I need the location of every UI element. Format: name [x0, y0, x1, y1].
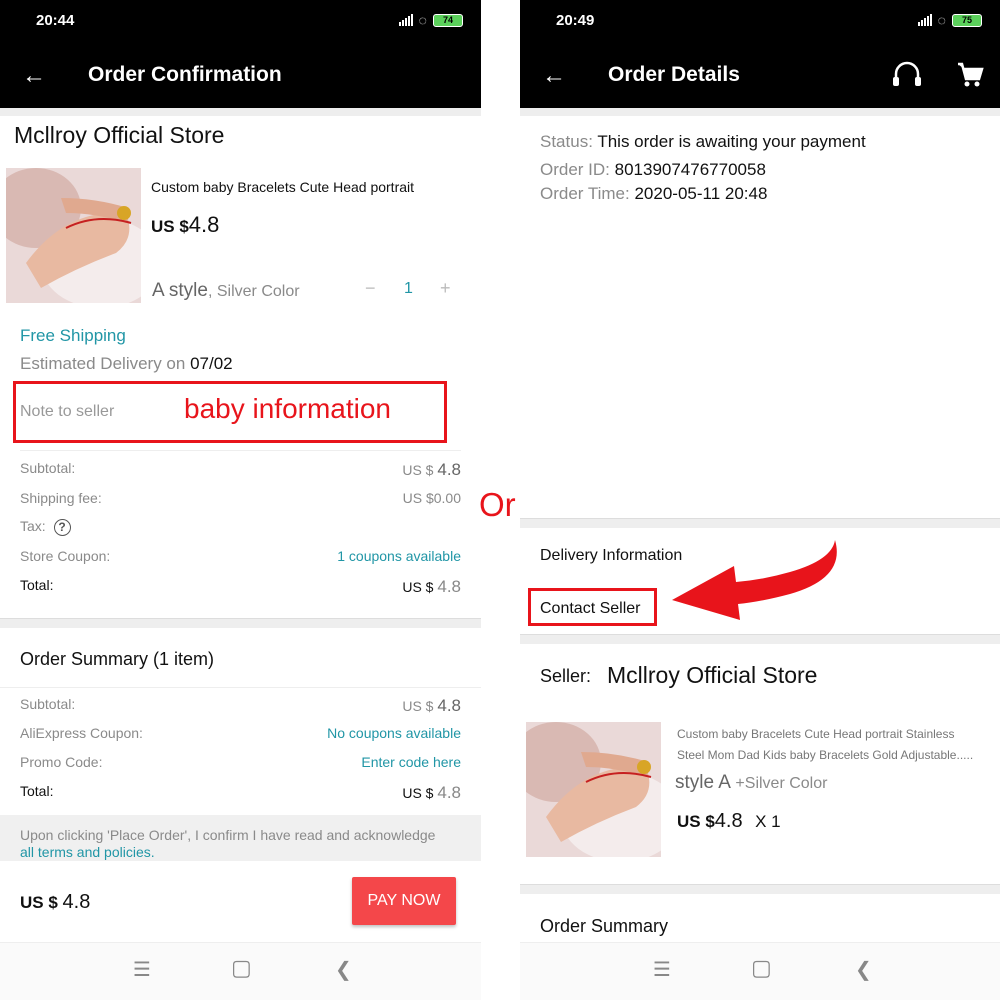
terms-notice: Upon clicking 'Place Order', I confirm I…	[0, 815, 481, 861]
system-nav-bar: ☰ ▢ ❮	[520, 942, 1000, 1000]
store-coupon-row: Store Coupon: 1 coupons available	[20, 548, 461, 564]
order-summary-title: Order Summary (1 item)	[20, 649, 215, 669]
order-confirmation-screen: 20:44 ◌ 74 ← Order Confirmation Mcllroy …	[0, 0, 481, 1000]
help-icon[interactable]: ?	[53, 519, 71, 536]
page-title: Order Details	[608, 63, 740, 86]
product-variant: A style, Silver Color	[152, 280, 300, 301]
product-price: US $4.8 X 1	[677, 810, 781, 832]
quantity-decrease-button[interactable]: −	[365, 278, 376, 299]
cart-icon[interactable]	[956, 61, 984, 94]
battery-icon: 74	[433, 13, 463, 27]
divider	[0, 618, 481, 628]
seller-label: Seller:	[540, 666, 592, 686]
system-nav-bar: ☰ ▢ ❮	[0, 942, 481, 1000]
divider	[0, 108, 481, 116]
delivery-information-link[interactable]: Delivery Information	[540, 547, 682, 565]
app-bar: ← Order Details	[520, 42, 1000, 108]
total-row: Total: US $ 4.8	[20, 577, 461, 596]
annotation-arrow	[672, 540, 837, 620]
status-icons: ◌ 75	[917, 12, 982, 28]
signal-icon	[398, 14, 413, 26]
quantity-value: 1	[404, 280, 413, 297]
footer-total: US $ 4.8	[20, 891, 91, 913]
order-id: Order ID: 8013907476770058	[540, 160, 766, 179]
signal-icon	[917, 14, 932, 26]
product-image[interactable]	[6, 168, 141, 303]
seller-name[interactable]: Mcllroy Official Store	[607, 662, 817, 689]
product-title[interactable]: Custom baby Bracelets Cute Head portrait	[151, 179, 414, 195]
back-icon[interactable]: ❮	[335, 957, 352, 982]
battery-icon: 75	[952, 13, 982, 27]
product-price: US $4.8	[151, 212, 220, 237]
product-title[interactable]: Custom baby Bracelets Cute Head portrait…	[677, 724, 973, 766]
store-name[interactable]: Mcllroy Official Store	[14, 122, 224, 149]
arrow-left-icon[interactable]: ←	[542, 62, 566, 90]
summary-total-row: Total: US $ 4.8	[20, 783, 461, 802]
divider	[0, 687, 481, 688]
estimated-delivery: Estimated Delivery on 07/02	[20, 354, 233, 373]
shipping-fee-row: Shipping fee: US $0.00	[20, 490, 461, 506]
headset-icon[interactable]	[890, 60, 924, 95]
divider	[520, 108, 1000, 116]
arrow-left-icon[interactable]: ←	[22, 62, 46, 90]
order-details-screen: 20:49 ◌ 75 ← Order Details Status: This …	[520, 0, 1000, 1000]
app-bar: ← Order Confirmation	[0, 42, 481, 108]
divider	[520, 518, 1000, 528]
promo-code-input[interactable]: Enter code here	[361, 754, 461, 770]
status-bar: 20:44 ◌ 74	[0, 0, 481, 42]
divider	[520, 884, 1000, 894]
quantity-increase-button[interactable]: +	[440, 278, 451, 299]
product-quantity: X 1	[755, 812, 781, 831]
order-time: Order Time: 2020-05-11 20:48	[540, 184, 768, 203]
home-icon[interactable]: ▢	[751, 955, 772, 981]
wifi-icon: ◌	[418, 12, 427, 28]
menu-icon[interactable]: ☰	[653, 957, 671, 982]
divider	[20, 450, 461, 451]
menu-icon[interactable]: ☰	[133, 957, 151, 982]
product-image[interactable]	[526, 722, 661, 857]
back-icon[interactable]: ❮	[855, 957, 872, 982]
aliexpress-coupon-link[interactable]: No coupons available	[327, 725, 461, 741]
status-time: 20:44	[36, 12, 75, 29]
home-icon[interactable]: ▢	[231, 955, 252, 981]
status-icons: ◌ 74	[398, 12, 463, 28]
tax-row: Tax: ?	[20, 518, 461, 536]
or-label: Or	[479, 486, 516, 523]
summary-subtotal-row: Subtotal: US $ 4.8	[20, 696, 461, 715]
status-time: 20:49	[556, 12, 595, 29]
free-shipping-link[interactable]: Free Shipping	[20, 326, 126, 346]
divider	[520, 634, 1000, 644]
promo-code-row: Promo Code: Enter code here	[20, 754, 461, 770]
contact-seller-button[interactable]: Contact Seller	[540, 600, 641, 618]
aliexpress-coupon-row: AliExpress Coupon: No coupons available	[20, 725, 461, 741]
subtotal-row: Subtotal: US $ 4.8	[20, 460, 461, 479]
wifi-icon: ◌	[937, 12, 946, 28]
page-title: Order Confirmation	[88, 63, 282, 86]
product-variant: style A +Silver Color	[675, 772, 828, 793]
terms-link[interactable]: all terms and policies.	[20, 844, 461, 861]
store-coupon-link[interactable]: 1 coupons available	[337, 548, 461, 564]
pay-now-button[interactable]: PAY NOW	[352, 877, 456, 925]
status-bar: 20:49 ◌ 75	[520, 0, 1000, 42]
order-status: Status: This order is awaiting your paym…	[540, 132, 866, 151]
annotation-label: baby information	[184, 393, 392, 424]
order-summary-title: Order Summary	[540, 916, 669, 936]
